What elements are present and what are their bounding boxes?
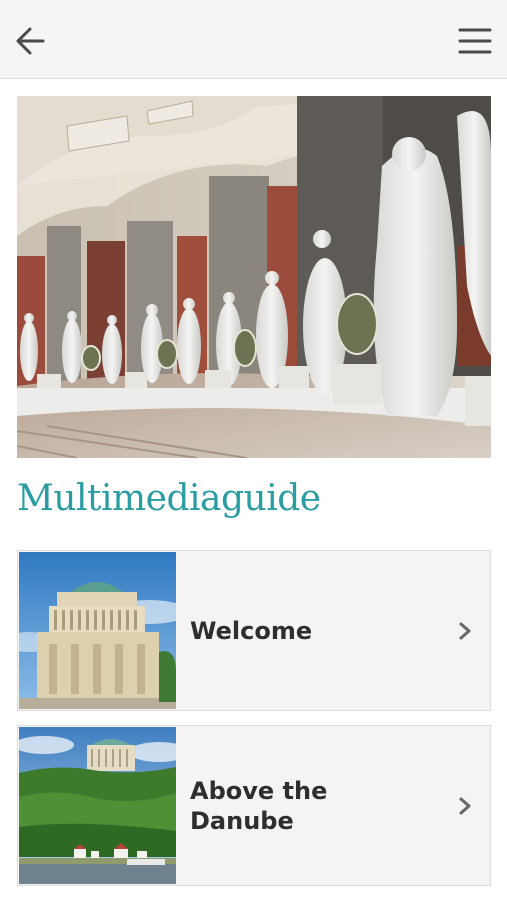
menu-button[interactable] xyxy=(455,24,495,58)
hero-image xyxy=(17,96,491,458)
list-item[interactable]: Above the Danube xyxy=(17,725,491,886)
hamburger-menu-icon xyxy=(458,28,492,54)
back-button[interactable] xyxy=(12,22,50,60)
danube-thumbnail xyxy=(19,727,176,884)
page-title: Multimediaguide xyxy=(17,478,321,519)
chevron-right-icon xyxy=(459,622,471,639)
top-app-bar xyxy=(0,0,507,79)
arrow-left-icon xyxy=(16,27,45,55)
chevron-right-icon xyxy=(459,797,471,814)
list-item-label: Above the Danube xyxy=(190,776,328,835)
list-item-label: Welcome xyxy=(190,616,313,645)
rotunda-thumbnail xyxy=(19,552,176,709)
list-item[interactable]: Welcome xyxy=(17,550,491,711)
